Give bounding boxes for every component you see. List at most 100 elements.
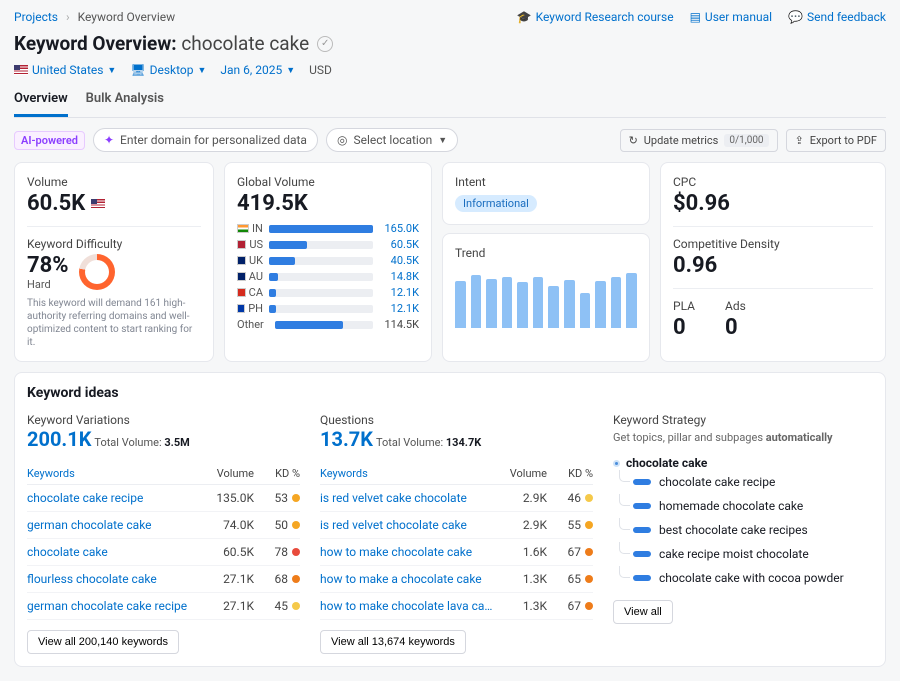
strategy-bar-icon <box>633 503 651 509</box>
table-row: chocolate cake60.5K78 <box>27 539 300 566</box>
target-icon: ◎ <box>337 133 347 147</box>
trend-chart <box>455 268 637 328</box>
table-row: chocolate cake recipe135.0K53 <box>27 485 300 512</box>
kd-value: 78% <box>27 253 69 278</box>
pla-value: 0 <box>673 315 695 340</box>
country-filter[interactable]: United States ▼ <box>14 63 116 77</box>
density-value: 0.96 <box>673 253 873 278</box>
currency-label: USD <box>309 63 332 77</box>
chevron-down-icon: ▼ <box>286 65 295 76</box>
global-volume-row[interactable]: UK40.5K <box>237 254 419 267</box>
questions-count[interactable]: 13.7K <box>320 427 373 451</box>
strategy-item[interactable]: homemade chocolate cake <box>613 494 873 518</box>
ai-powered-badge: AI-powered <box>14 131 85 150</box>
strategy-bar-icon <box>633 527 651 533</box>
table-row: how to make chocolate lava cake1.3K67 <box>320 593 593 620</box>
keyword-link[interactable]: chocolate cake recipe <box>27 491 200 505</box>
device-filter[interactable]: 🖥Desktop ▼ <box>130 63 206 77</box>
keyword-link[interactable]: german chocolate cake <box>27 518 200 532</box>
strategy-bar-icon <box>633 479 651 485</box>
keyword-link[interactable]: is red velvet chocolate cake <box>320 518 493 532</box>
chevron-right-icon: › <box>66 10 70 24</box>
keyword-link[interactable]: chocolate cake <box>27 545 200 559</box>
kd-label: Keyword Difficulty <box>27 237 201 251</box>
date-filter[interactable]: Jan 6, 2025 ▼ <box>220 63 295 77</box>
chat-icon: 💬 <box>788 10 803 24</box>
table-row: is red velvet chocolate cake2.9K55 <box>320 512 593 539</box>
export-icon: ⇪ <box>795 134 804 147</box>
variations-title: Keyword Variations <box>27 413 300 427</box>
global-volume-row[interactable]: CA12.1K <box>237 286 419 299</box>
kd-donut-chart <box>79 254 115 290</box>
keyword-link[interactable]: how to make chocolate lava cake <box>320 599 493 613</box>
location-select[interactable]: ◎Select location ▼ <box>326 128 458 152</box>
strategy-title: Keyword Strategy <box>613 413 873 427</box>
sparkle-icon: ✦ <box>104 133 114 147</box>
flag-us-icon <box>91 199 105 209</box>
strategy-bar-icon <box>633 575 651 581</box>
cpc-value: $0.96 <box>673 191 873 216</box>
flag-icon <box>237 224 249 233</box>
flag-icon <box>237 304 245 313</box>
tab-overview[interactable]: Overview <box>14 91 68 117</box>
ads-label: Ads <box>725 299 746 313</box>
graduation-icon: 🎓 <box>517 10 532 24</box>
flag-icon <box>237 256 246 265</box>
keyword-link[interactable]: how to make chocolate cake <box>320 545 493 559</box>
table-row: is red velvet cake chocolate2.9K46 <box>320 485 593 512</box>
global-volume-row[interactable]: AU14.8K <box>237 270 419 283</box>
table-row: how to make chocolate cake1.6K67 <box>320 539 593 566</box>
table-row: flourless chocolate cake27.1K68 <box>27 566 300 593</box>
root-dot-icon <box>613 460 620 467</box>
volume-value: 60.5K <box>27 191 201 216</box>
flag-icon <box>237 272 246 281</box>
strategy-item[interactable]: chocolate cake recipe <box>613 470 873 494</box>
strategy-item[interactable]: best chocolate cake recipes <box>613 518 873 542</box>
desktop-icon: 🖥 <box>130 63 145 77</box>
breadcrumb-parent[interactable]: Projects <box>14 10 58 24</box>
pla-label: PLA <box>673 299 695 313</box>
questions-title: Questions <box>320 413 593 427</box>
global-volume-other: Other114.5K <box>237 318 419 331</box>
kd-level: Hard <box>27 278 69 291</box>
feedback-link[interactable]: 💬Send feedback <box>788 10 886 24</box>
strategy-item[interactable]: cake recipe moist chocolate <box>613 542 873 566</box>
breadcrumb-current: Keyword Overview <box>78 10 176 24</box>
strategy-root: chocolate cake <box>613 456 873 470</box>
density-label: Competitive Density <box>673 237 873 251</box>
export-pdf-button[interactable]: ⇪Export to PDF <box>786 129 886 152</box>
update-metrics-button[interactable]: ↻Update metrics0/1,000 <box>620 129 778 152</box>
intent-label: Intent <box>455 175 637 189</box>
trend-label: Trend <box>455 246 637 260</box>
book-icon: ▤ <box>690 10 701 24</box>
keyword-link[interactable]: german chocolate cake recipe <box>27 599 200 613</box>
domain-input[interactable]: ✦Enter domain for personalized data <box>93 128 318 152</box>
update-count: 0/1,000 <box>724 134 768 147</box>
cpc-label: CPC <box>673 175 873 189</box>
table-row: how to make a chocolate cake1.3K65 <box>320 566 593 593</box>
keyword-link[interactable]: how to make a chocolate cake <box>320 572 493 586</box>
keyword-value: chocolate cake <box>181 32 309 55</box>
global-volume-row[interactable]: IN165.0K <box>237 222 419 235</box>
volume-label: Volume <box>27 175 201 189</box>
course-link[interactable]: 🎓Keyword Research course <box>517 10 674 24</box>
global-volume-row[interactable]: US60.5K <box>237 238 419 251</box>
intent-badge: Informational <box>455 195 537 212</box>
variations-count[interactable]: 200.1K <box>27 427 91 451</box>
strategy-item[interactable]: chocolate cake with cocoa powder <box>613 566 873 590</box>
global-volume-value: 419.5K <box>237 191 419 216</box>
verified-icon[interactable]: ✓ <box>317 36 333 52</box>
manual-link[interactable]: ▤User manual <box>690 10 772 24</box>
global-volume-row[interactable]: PH12.1K <box>237 302 419 315</box>
chevron-down-icon: ▼ <box>438 135 447 146</box>
ads-value: 0 <box>725 315 746 340</box>
kd-description: This keyword will demand 161 high-author… <box>27 297 201 349</box>
view-all-strategy-button[interactable]: View all <box>613 600 673 624</box>
table-row: german chocolate cake recipe27.1K45 <box>27 593 300 620</box>
keyword-link[interactable]: flourless chocolate cake <box>27 572 200 586</box>
chevron-down-icon: ▼ <box>197 65 206 76</box>
tab-bulk-analysis[interactable]: Bulk Analysis <box>86 91 164 117</box>
strategy-bar-icon <box>633 551 651 557</box>
page-title: Keyword Overview: chocolate cake <box>14 32 309 55</box>
keyword-link[interactable]: is red velvet cake chocolate <box>320 491 493 505</box>
